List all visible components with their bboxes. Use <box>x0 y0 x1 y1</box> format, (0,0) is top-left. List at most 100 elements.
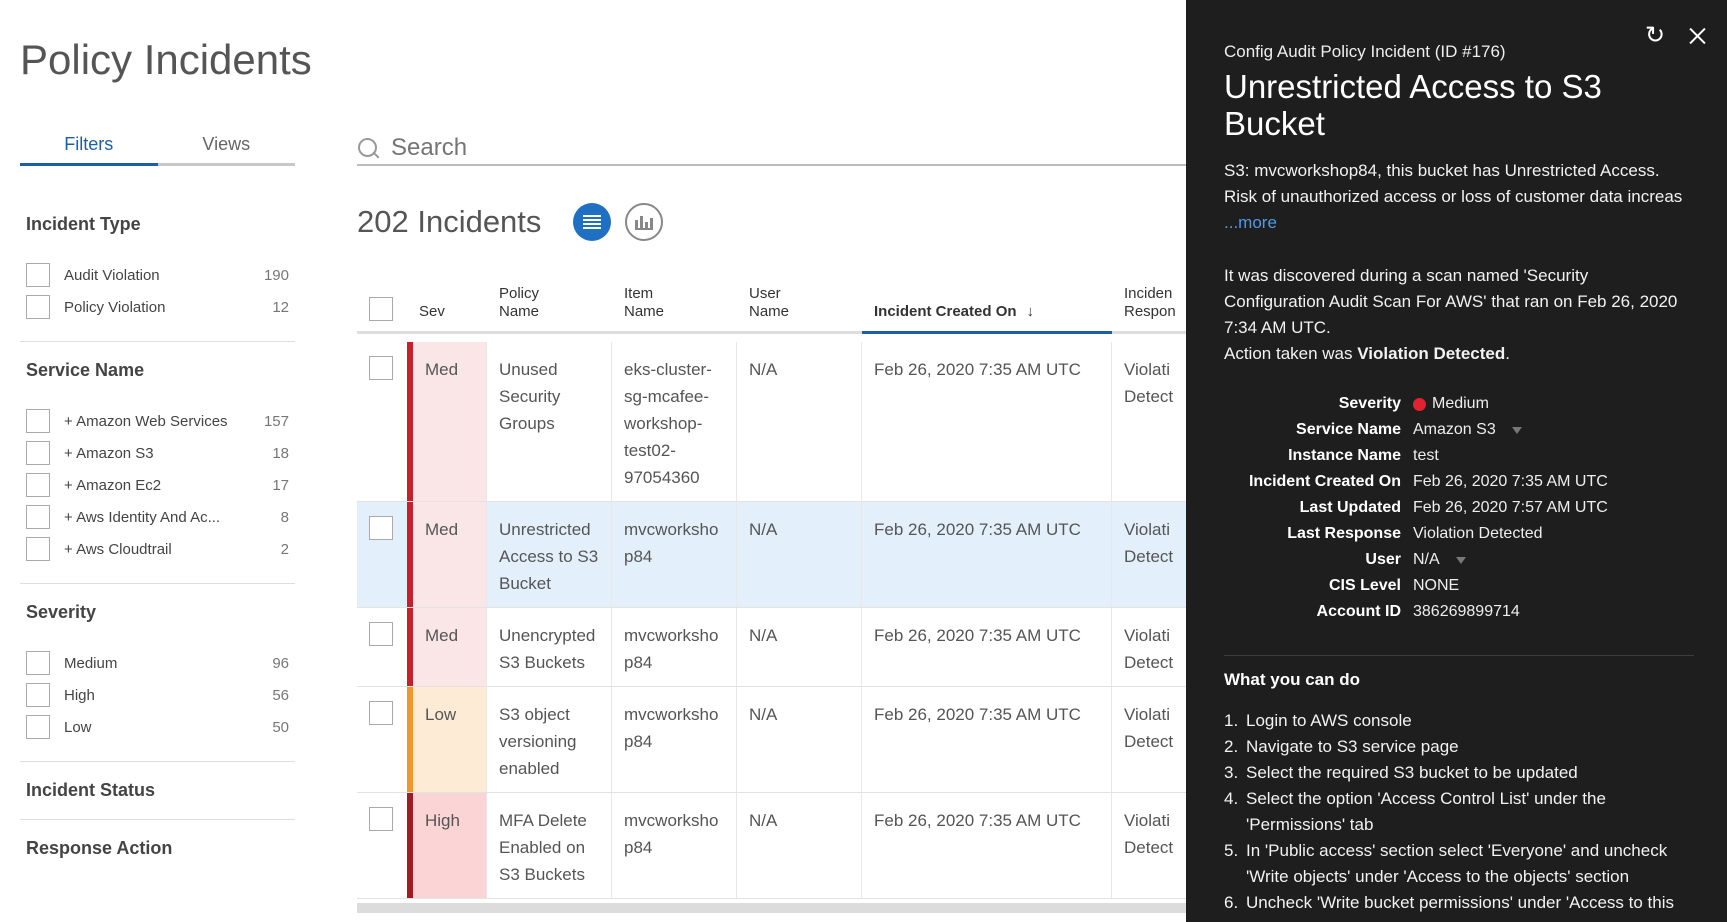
filter-option-aws-cloudtrail[interactable]: + Aws Cloudtrail 2 <box>26 533 289 565</box>
checkbox[interactable] <box>26 473 50 497</box>
select-all-checkbox[interactable] <box>369 297 393 321</box>
filter-option-label: Medium <box>64 654 118 672</box>
table-row[interactable]: Low S3 object versioning enabled mvcwork… <box>357 687 1192 793</box>
filter-section-title[interactable]: Incident Status <box>26 780 289 801</box>
response-cell: Violati Detect <box>1112 687 1192 792</box>
what-you-can-do-heading: What you can do <box>1224 670 1360 689</box>
column-header-sev[interactable]: Sev <box>407 303 487 331</box>
page-title: Policy Incidents <box>20 36 312 83</box>
checkbox[interactable] <box>26 263 50 287</box>
step-item: 6. Uncheck 'Write bucket permissions' und… <box>1224 890 1694 916</box>
item-name-cell: eks-cluster-sg-mcafee-workshop-test02-97… <box>612 342 737 501</box>
meta-value: test <box>1413 447 1439 464</box>
item-name-cell: mvcworkshop84 <box>612 608 737 686</box>
action-suffix: . <box>1505 344 1510 363</box>
step-number: 1. <box>1224 711 1239 730</box>
filter-option-count: 18 <box>272 444 289 462</box>
meta-label: CIS Level <box>1328 577 1401 594</box>
filter-option-count: 56 <box>272 686 289 704</box>
step-text: In 'Public access' section select 'Every… <box>1246 841 1668 886</box>
meta-label: Service Name <box>1296 421 1401 438</box>
section-divider <box>1224 655 1694 656</box>
policy-name-cell: Unused Security Groups <box>487 342 612 501</box>
filter-option-count: 17 <box>272 476 289 494</box>
filter-option-medium[interactable]: Medium 96 <box>26 647 289 679</box>
filter-section-title[interactable]: Service Name <box>26 360 289 381</box>
checkbox[interactable] <box>26 651 50 675</box>
meta-row-cis-level: CIS Level NONE <box>1224 573 1694 599</box>
column-header-item-name[interactable]: Item Name <box>612 285 737 331</box>
checkbox[interactable] <box>26 537 50 561</box>
action-taken: Action taken was Violation Detected. <box>1224 341 1694 367</box>
chart-view-button[interactable] <box>625 203 663 241</box>
header-line: Name <box>499 303 540 320</box>
header-line: Respon <box>1124 303 1176 320</box>
filter-option-label: + Amazon Ec2 <box>64 476 162 494</box>
user-name-cell: N/A <box>737 608 862 686</box>
checkbox[interactable] <box>26 441 50 465</box>
tab-views[interactable]: Views <box>157 134 295 166</box>
filter-option-audit-violation[interactable]: Audit Violation 190 <box>26 259 289 291</box>
step-number: 4. <box>1224 789 1239 808</box>
list-view-button[interactable] <box>573 203 611 241</box>
column-header-user-name[interactable]: User Name <box>737 285 862 331</box>
filter-option-low[interactable]: Low 50 <box>26 711 289 743</box>
response-line: Detect <box>1124 653 1174 672</box>
step-text: Navigate to S3 service page <box>1246 737 1459 756</box>
filter-funnel-icon[interactable] <box>1455 556 1466 564</box>
meta-label: Instance Name <box>1288 447 1401 464</box>
checkbox[interactable] <box>26 505 50 529</box>
row-checkbox[interactable] <box>369 701 393 725</box>
severity-cell: Med <box>407 608 487 686</box>
meta-value: Violation Detected <box>1413 525 1543 542</box>
response-line: Violati <box>1124 811 1170 830</box>
meta-value: NONE <box>1413 577 1460 594</box>
filter-option-amazon-s3[interactable]: + Amazon S3 18 <box>26 437 289 469</box>
column-header-policy-name[interactable]: Policy Name <box>487 285 612 331</box>
table-row[interactable]: Med Unrestricted Access to S3 Bucket mvc… <box>357 502 1192 608</box>
filter-funnel-icon[interactable] <box>1511 426 1522 434</box>
row-checkbox[interactable] <box>369 807 393 831</box>
checkbox[interactable] <box>26 715 50 739</box>
filter-section-severity: Severity Medium 96 High 56 Low 50 <box>20 584 295 762</box>
column-header-incident-created-on[interactable]: Incident Created On ↓ <box>862 303 1112 334</box>
table-row[interactable]: Med Unencrypted S3 Buckets mvcworkshop84… <box>357 608 1192 687</box>
step-number: 2. <box>1224 737 1239 756</box>
table-row[interactable]: High MFA Delete Enabled on S3 Buckets mv… <box>357 793 1192 899</box>
step-item: 5. In 'Public access' section select 'Eve… <box>1224 838 1694 890</box>
horizontal-scrollbar[interactable] <box>357 903 1192 913</box>
table-row[interactable]: Med Unused Security Groups eks-cluster-s… <box>357 342 1192 502</box>
list-icon <box>583 215 601 229</box>
more-link[interactable]: ...more <box>1224 213 1277 232</box>
filter-option-high[interactable]: High 56 <box>26 679 289 711</box>
severity-dot-icon <box>1413 397 1426 411</box>
filter-option-aws-identity[interactable]: + Aws Identity And Ac... 8 <box>26 501 289 533</box>
filter-section-title[interactable]: Incident Type <box>26 214 289 235</box>
user-name-cell: N/A <box>737 342 862 501</box>
row-checkbox[interactable] <box>369 356 393 380</box>
search-bar <box>357 132 1187 166</box>
filter-option-policy-violation[interactable]: Policy Violation 12 <box>26 291 289 323</box>
checkbox[interactable] <box>26 409 50 433</box>
checkbox[interactable] <box>26 683 50 707</box>
row-checkbox[interactable] <box>369 622 393 646</box>
row-checkbox[interactable] <box>369 516 393 540</box>
tab-filters[interactable]: Filters <box>20 134 158 166</box>
filter-option-amazon-ec2[interactable]: + Amazon Ec2 17 <box>26 469 289 501</box>
column-header-response[interactable]: Inciden Respon <box>1112 285 1192 331</box>
meta-row-user: User N/A <box>1224 547 1694 573</box>
remediation-steps: 1. Login to AWS console 2. Navigate to S3 … <box>1224 708 1694 916</box>
item-name-cell: mvcworkshop84 <box>612 502 737 607</box>
step-item: 1. Login to AWS console <box>1224 708 1694 734</box>
step-number: 3. <box>1224 763 1239 782</box>
severity-cell: Med <box>407 502 487 607</box>
description-text: S3: mvcworkshop84, this bucket has Unres… <box>1224 161 1683 206</box>
search-input[interactable] <box>391 134 1151 162</box>
checkbox[interactable] <box>26 295 50 319</box>
response-line: Violati <box>1124 705 1170 724</box>
filter-section-title[interactable]: Severity <box>26 602 289 623</box>
filter-option-amazon-web-services[interactable]: + Amazon Web Services 157 <box>26 405 289 437</box>
filter-section-title[interactable]: Response Action <box>26 838 289 859</box>
response-cell: Violati Detect <box>1112 608 1192 686</box>
response-line: Detect <box>1124 732 1174 751</box>
